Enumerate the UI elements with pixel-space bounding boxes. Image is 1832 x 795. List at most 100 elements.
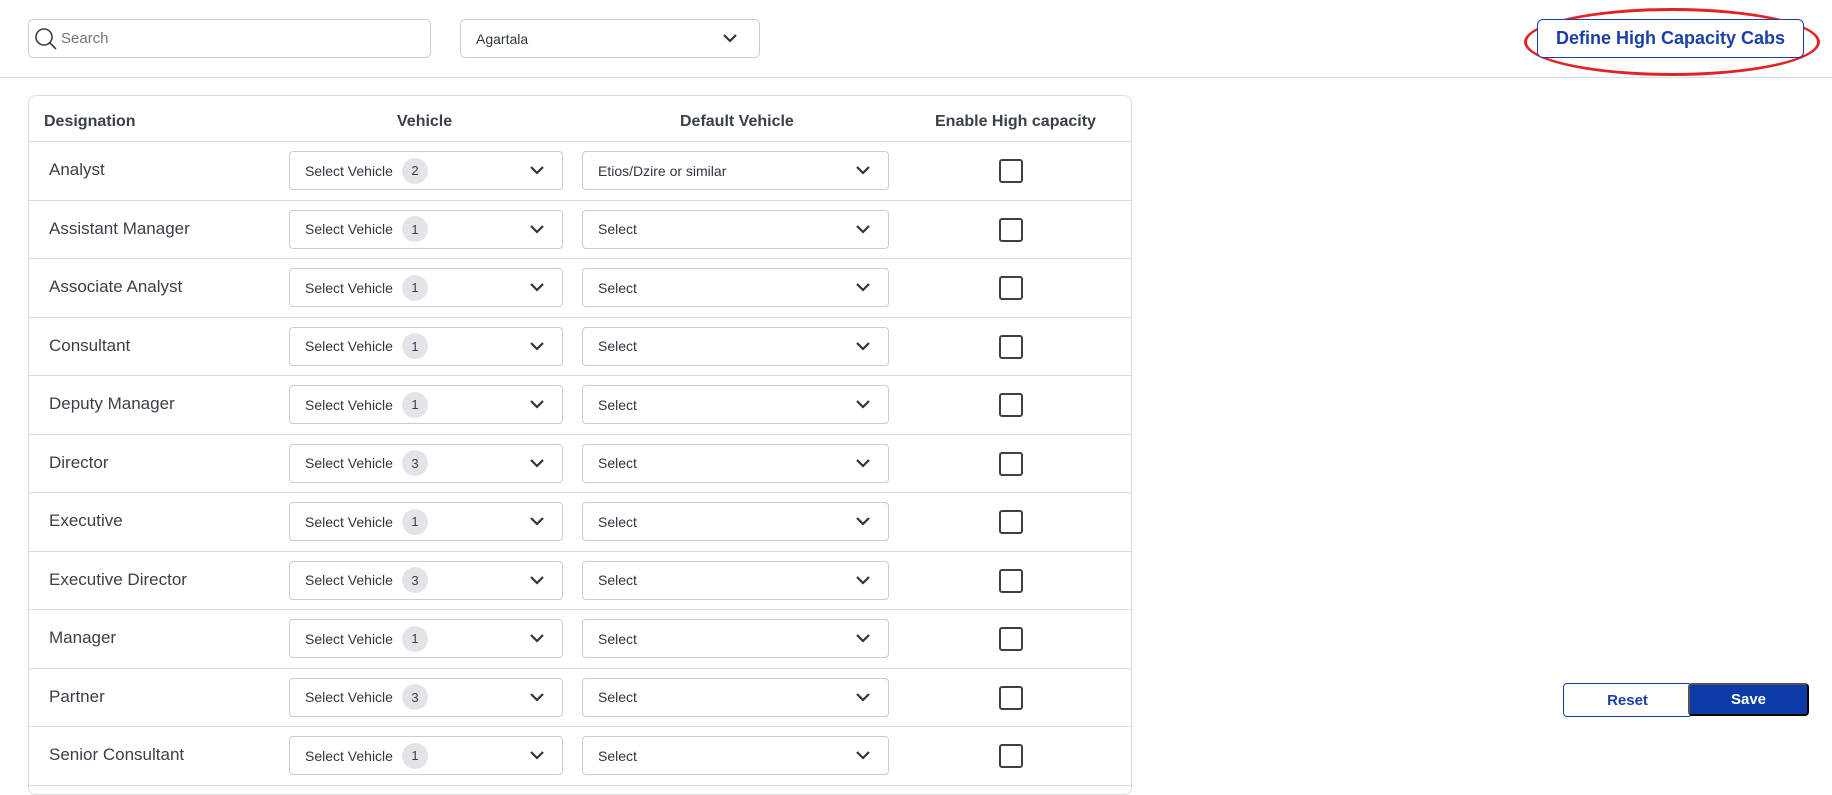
- table-row: Partner Select Vehicle 3 Select: [29, 669, 1131, 727]
- table-row: Associate Analyst Select Vehicle 1 Select: [29, 259, 1131, 318]
- chevron-down-icon: [856, 751, 870, 760]
- table-row: Analyst Select Vehicle 2 Etios/Dzire or sim…: [29, 142, 1131, 201]
- enable-high-capacity-checkbox[interactable]: [999, 627, 1023, 651]
- designation-cell: Associate Analyst: [49, 277, 183, 296]
- vehicle-select[interactable]: Select Vehicle 3: [289, 443, 563, 483]
- vehicle-select-label: Select Vehicle: [305, 513, 393, 530]
- default-vehicle-select[interactable]: Select: [582, 560, 889, 600]
- enable-high-capacity-checkbox[interactable]: [999, 393, 1023, 417]
- default-vehicle-select[interactable]: Select: [582, 677, 889, 717]
- default-vehicle-value: Select: [598, 513, 637, 530]
- default-vehicle-select[interactable]: Select: [582, 736, 889, 775]
- vehicle-select[interactable]: Select Vehicle 2: [289, 151, 563, 190]
- header-default-vehicle: Default Vehicle: [680, 113, 794, 130]
- default-vehicle-value: Select: [598, 689, 637, 705]
- chevron-down-icon: [856, 400, 870, 409]
- designation-cell: Executive Director: [49, 569, 187, 589]
- default-vehicle-value: Select: [598, 630, 637, 647]
- vehicle-select[interactable]: Select Vehicle 1: [289, 736, 563, 775]
- default-vehicle-value: Select: [598, 396, 637, 413]
- vehicle-count-badge: 1: [401, 333, 428, 359]
- default-vehicle-value: Select: [598, 221, 637, 237]
- default-vehicle-value: Select: [598, 572, 637, 588]
- reset-button[interactable]: Reset: [1563, 683, 1692, 717]
- enable-high-capacity-checkbox[interactable]: [999, 159, 1023, 183]
- enable-high-capacity-checkbox[interactable]: [999, 276, 1023, 300]
- vehicle-select[interactable]: Select Vehicle 1: [289, 268, 563, 307]
- enable-high-capacity-checkbox[interactable]: [999, 510, 1023, 534]
- chevron-down-icon: [530, 400, 544, 409]
- table-row: Assistant Manager Select Vehicle 1 Select: [29, 201, 1131, 259]
- chevron-down-icon: [856, 692, 870, 702]
- chevron-down-icon: [530, 458, 544, 468]
- enable-high-capacity-checkbox[interactable]: [999, 744, 1023, 768]
- vehicle-select[interactable]: Select Vehicle 3: [289, 560, 563, 600]
- default-vehicle-select[interactable]: Select: [582, 268, 889, 307]
- chevron-down-icon: [530, 341, 544, 351]
- default-vehicle-select[interactable]: Select: [582, 619, 889, 658]
- vehicle-select-label: Select Vehicle: [305, 689, 393, 705]
- city-select[interactable]: Agartala: [460, 19, 760, 58]
- default-vehicle-select[interactable]: Select: [582, 385, 889, 424]
- default-vehicle-select[interactable]: Select: [582, 326, 889, 366]
- table-row: Senior Consultant Select Vehicle 1 Select: [29, 727, 1131, 786]
- table-row: Deputy Manager Select Vehicle 1 Select: [29, 376, 1131, 435]
- default-vehicle-value: Select: [598, 455, 637, 471]
- vehicle-count-badge: 3: [401, 567, 428, 593]
- vehicle-count-badge: 1: [401, 274, 428, 301]
- chevron-down-icon: [530, 166, 544, 175]
- default-vehicle-value: Etios/Dzire or similar: [598, 162, 727, 179]
- table-row: Executive Director Select Vehicle 3 Select: [29, 552, 1131, 610]
- vehicle-select[interactable]: Select Vehicle 1: [289, 502, 563, 541]
- enable-high-capacity-checkbox[interactable]: [999, 451, 1023, 476]
- vehicle-count-badge: 1: [401, 391, 428, 418]
- default-vehicle-select[interactable]: Select: [582, 502, 889, 541]
- designation-cell: Partner: [49, 686, 105, 706]
- vehicle-select-label: Select Vehicle: [305, 747, 393, 764]
- vehicle-select[interactable]: Select Vehicle 1: [289, 619, 563, 658]
- header-vehicle: Vehicle: [397, 113, 453, 130]
- chevron-down-icon: [530, 575, 544, 585]
- enable-high-capacity-checkbox[interactable]: [999, 568, 1023, 593]
- chevron-down-icon: [856, 166, 870, 175]
- default-vehicle-select[interactable]: Select: [582, 209, 889, 249]
- header-designation: Designation: [44, 113, 136, 130]
- vehicle-select[interactable]: Select Vehicle 1: [289, 385, 563, 424]
- default-vehicle-select[interactable]: Etios/Dzire or similar: [582, 151, 889, 190]
- search-box[interactable]: [28, 19, 431, 58]
- save-button[interactable]: Save: [1688, 683, 1809, 716]
- top-toolbar: Agartala Define High Capacity Cabs: [0, 0, 1832, 78]
- designation-cell: Analyst: [49, 160, 105, 179]
- search-icon: [35, 27, 57, 50]
- vehicle-count-badge: 1: [401, 508, 428, 535]
- vehicle-select-label: Select Vehicle: [305, 630, 393, 647]
- default-vehicle-value: Select: [598, 279, 637, 296]
- table-row: Manager Select Vehicle 1 Select: [29, 610, 1131, 669]
- table-row: Consultant Select Vehicle 1 Select: [29, 318, 1131, 376]
- vehicle-count-badge: 3: [401, 450, 428, 476]
- chevron-down-icon: [530, 517, 544, 526]
- table-row: Executive Select Vehicle 1 Select: [29, 493, 1131, 552]
- vehicle-count-badge: 3: [401, 684, 428, 710]
- search-input[interactable]: [61, 30, 401, 47]
- enable-high-capacity-checkbox[interactable]: [999, 685, 1023, 710]
- enable-high-capacity-checkbox[interactable]: [999, 334, 1023, 359]
- vehicle-select[interactable]: Select Vehicle 3: [289, 677, 563, 717]
- chevron-down-icon: [856, 283, 870, 292]
- chevron-down-icon: [530, 283, 544, 292]
- define-high-capacity-cabs-button[interactable]: Define High Capacity Cabs: [1537, 19, 1804, 58]
- vehicle-select-label: Select Vehicle: [305, 455, 393, 471]
- chevron-down-icon: [530, 634, 544, 643]
- chevron-down-icon: [856, 517, 870, 526]
- vehicle-count-badge: 1: [401, 742, 428, 769]
- default-vehicle-select[interactable]: Select: [582, 443, 889, 483]
- designation-cell: Executive: [49, 511, 123, 530]
- chevron-down-icon: [530, 692, 544, 702]
- default-vehicle-value: Select: [598, 747, 637, 764]
- vehicle-select[interactable]: Select Vehicle 1: [289, 326, 563, 366]
- chevron-down-icon: [856, 575, 870, 585]
- designation-cell: Manager: [49, 628, 117, 647]
- enable-high-capacity-checkbox[interactable]: [999, 217, 1023, 242]
- vehicle-select-label: Select Vehicle: [305, 221, 393, 237]
- vehicle-select[interactable]: Select Vehicle 1: [289, 209, 563, 249]
